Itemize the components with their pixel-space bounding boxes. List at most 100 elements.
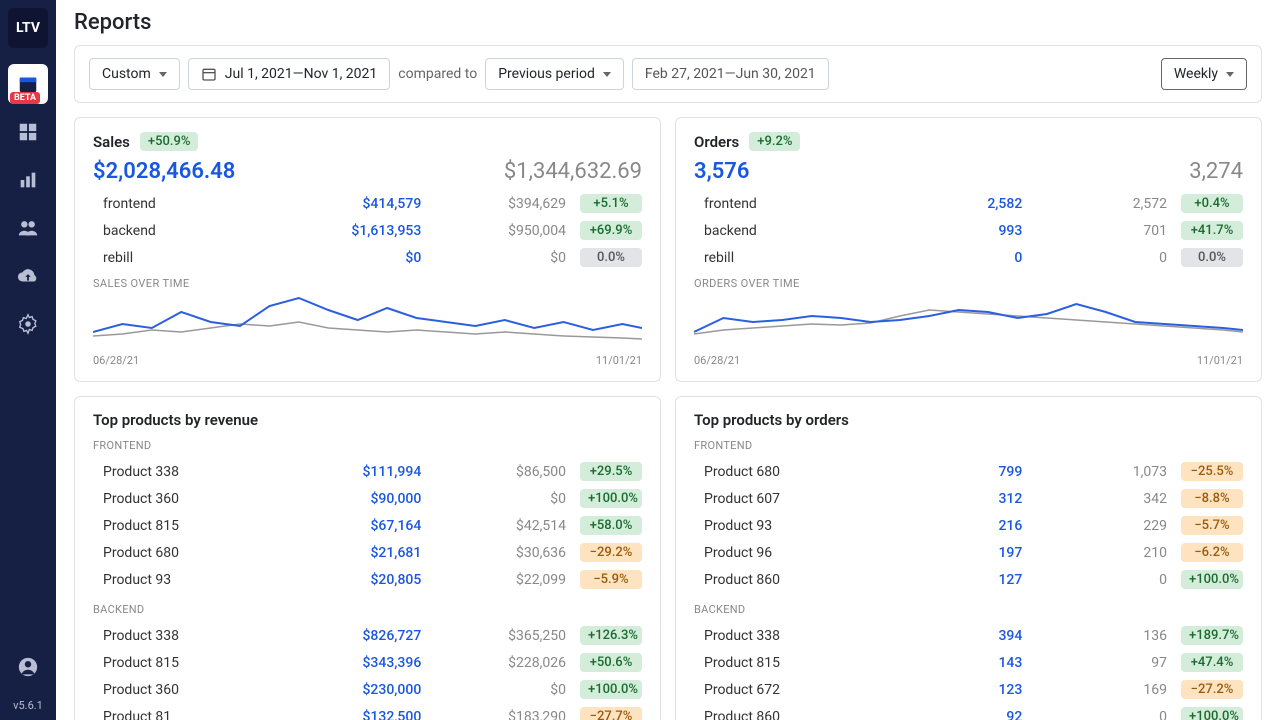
nav-reports[interactable]: BETA [8, 64, 48, 104]
delta-badge: +9.2% [749, 132, 800, 151]
compared-to-label: compared to [398, 66, 477, 82]
sales-rows: frontend$414,579$394,629+5.1%backend$1,6… [93, 190, 642, 271]
current-value: $2,028,466.48 [93, 159, 235, 184]
table-row: Product 815$343,396$228,026+50.6% [93, 649, 642, 676]
sales-card: Sales +50.9% $2,028,466.48 $1,344,632.69 f… [74, 117, 661, 382]
table-row: Product 360$90,000$0+100.0% [93, 485, 642, 512]
table-row: backend$1,613,953$950,004+69.9% [93, 217, 642, 244]
table-row: Product 8601270+100.0% [694, 566, 1243, 593]
current-value: 3,576 [694, 159, 749, 184]
table-row: Product 338$826,727$365,250+126.3% [93, 622, 642, 649]
gear-icon [17, 313, 39, 335]
group-label: BACKEND [93, 603, 642, 616]
table-row: Product 360$230,000$0+100.0% [93, 676, 642, 703]
delta-badge: +47.4% [1181, 653, 1243, 672]
nav-settings[interactable] [8, 304, 48, 344]
delta-badge: +41.7% [1181, 221, 1243, 240]
delta-badge: +100.0% [580, 680, 642, 699]
table-row: Product 81$132,500$183,290−27.7% [93, 703, 642, 720]
main: Reports Custom Jul 1, 2021—Nov 1, 2021 c… [56, 0, 1280, 720]
top-revenue-card: Top products by revenue FRONTEND Product … [74, 396, 661, 720]
nav-analytics[interactable] [8, 160, 48, 200]
chevron-down-icon [603, 72, 611, 77]
delta-badge: 0.0% [1181, 248, 1243, 267]
table-row: Product 680$21,681$30,636−29.2% [93, 539, 642, 566]
delta-badge: +126.3% [580, 626, 642, 645]
table-row: Product 338394136+189.7% [694, 622, 1243, 649]
delta-badge: −5.7% [1181, 516, 1243, 535]
chart-icon [17, 169, 39, 191]
previous-value: 3,274 [1189, 159, 1243, 184]
chevron-down-icon [159, 72, 167, 77]
sales-chart [93, 292, 642, 346]
delta-badge: +58.0% [580, 516, 642, 535]
revenue-groups: FRONTEND Product 338$111,994$86,500+29.5%… [93, 439, 642, 720]
card-title: Sales [93, 133, 130, 151]
group-label: FRONTEND [93, 439, 642, 452]
orders-card: Orders +9.2% 3,576 3,274 frontend2,5822,57… [675, 117, 1262, 382]
nav-upload[interactable] [8, 256, 48, 296]
table-row: Product 607312342−8.8% [694, 485, 1243, 512]
orders-groups: FRONTENDProduct 6807991,073−25.5%Product… [694, 439, 1243, 720]
table-row: rebill$0$00.0% [93, 244, 642, 271]
card-title: Orders [694, 133, 739, 151]
page-title: Reports [74, 10, 1262, 35]
delta-badge: +100.0% [1181, 570, 1243, 589]
table-row: Product 338$111,994$86,500+29.5% [93, 458, 642, 485]
grid-icon [17, 121, 39, 143]
table-row: Product 815$67,164$42,514+58.0% [93, 512, 642, 539]
granularity-dropdown[interactable]: Weekly [1161, 58, 1247, 90]
toolbar: Custom Jul 1, 2021—Nov 1, 2021 compared … [74, 45, 1262, 103]
table-row: frontend$414,579$394,629+5.1% [93, 190, 642, 217]
delta-badge: +189.7% [1181, 626, 1243, 645]
compare-mode-dropdown[interactable]: Previous period [485, 58, 624, 90]
group-label: BACKEND [694, 603, 1243, 616]
table-row: frontend2,5822,572+0.4% [694, 190, 1243, 217]
previous-value: $1,344,632.69 [504, 159, 642, 184]
nav-dashboard[interactable] [8, 112, 48, 152]
range-mode-dropdown[interactable]: Custom [89, 58, 180, 90]
delta-badge: −6.2% [1181, 543, 1243, 562]
sidebar: LTV BETA v5.6.1 [0, 0, 56, 720]
chart-label: SALES OVER TIME [93, 277, 642, 290]
delta-badge: +29.5% [580, 462, 642, 481]
delta-badge: −27.2% [1181, 680, 1243, 699]
date-range-picker[interactable]: Jul 1, 2021—Nov 1, 2021 [188, 58, 391, 90]
delta-badge: +5.1% [580, 194, 642, 213]
calendar-icon [201, 66, 217, 82]
table-row: Product 672123169−27.2% [694, 676, 1243, 703]
table-row: Product 93216229−5.7% [694, 512, 1243, 539]
group-label: FRONTEND [694, 439, 1243, 452]
top-orders-card: Top products by orders FRONTEND Product 6… [675, 396, 1262, 720]
user-circle-icon [17, 656, 39, 678]
delta-badge: +50.9% [140, 132, 199, 151]
orders-chart [694, 292, 1243, 346]
compare-range: Feb 27, 2021—Jun 30, 2021 [632, 58, 829, 90]
table-row: Product 860920+100.0% [694, 703, 1243, 720]
app-logo: LTV [8, 8, 48, 48]
delta-badge: −5.9% [580, 570, 642, 589]
nav-account[interactable] [8, 647, 48, 687]
delta-badge: +50.6% [580, 653, 642, 672]
delta-badge: −29.2% [580, 543, 642, 562]
table-row: rebill000.0% [694, 244, 1243, 271]
table-row: backend993701+41.7% [694, 217, 1243, 244]
delta-badge: −27.7% [580, 707, 642, 720]
table-row: Product 6807991,073−25.5% [694, 458, 1243, 485]
chevron-down-icon [1226, 72, 1234, 77]
nav-users[interactable] [8, 208, 48, 248]
users-icon [17, 217, 39, 239]
card-title: Top products by revenue [93, 411, 642, 429]
delta-badge: −8.8% [1181, 489, 1243, 508]
beta-badge: BETA [10, 92, 40, 104]
table-row: Product 93$20,805$22,099−5.9% [93, 566, 642, 593]
cloud-upload-icon [17, 265, 39, 287]
delta-badge: +100.0% [580, 489, 642, 508]
card-title: Top products by orders [694, 411, 1243, 429]
table-row: Product 96197210−6.2% [694, 539, 1243, 566]
delta-badge: −25.5% [1181, 462, 1243, 481]
chart-label: ORDERS OVER TIME [694, 277, 1243, 290]
delta-badge: +69.9% [580, 221, 642, 240]
delta-badge: +100.0% [1181, 707, 1243, 720]
version-label: v5.6.1 [13, 699, 43, 712]
